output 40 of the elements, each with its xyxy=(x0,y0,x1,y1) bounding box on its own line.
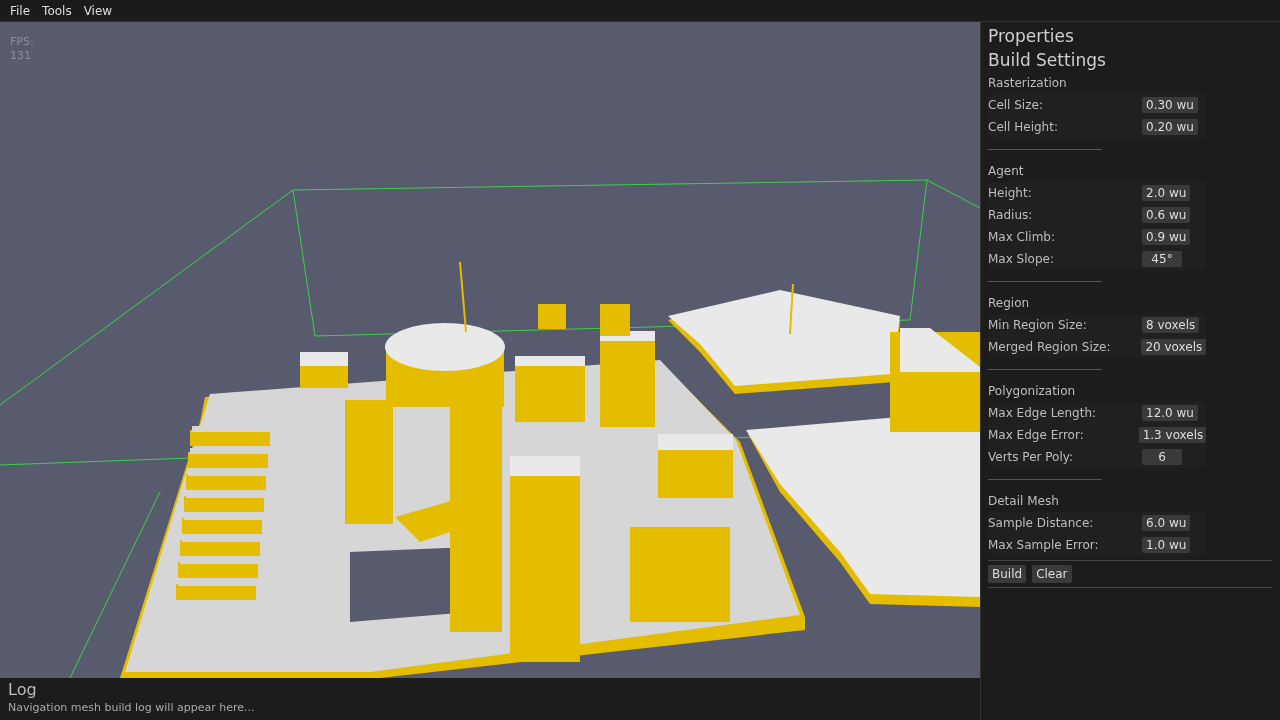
setting-label: Cell Size: xyxy=(988,98,1044,112)
setting-value[interactable]: 6 xyxy=(1142,449,1182,465)
section-title: Polygonization xyxy=(988,383,1077,400)
menu-item[interactable]: File xyxy=(4,3,37,18)
setting-label: Radius: xyxy=(988,208,1034,222)
menu-item[interactable]: Tools xyxy=(36,3,78,18)
setting-value[interactable]: 6.0 wu xyxy=(1142,515,1191,531)
setting-label: Merged Region Size: xyxy=(988,340,1112,354)
setting-label: Max Edge Length: xyxy=(988,406,1098,420)
setting-label: Sample Distance: xyxy=(988,516,1095,530)
setting-value[interactable]: 0.30 wu xyxy=(1142,97,1198,113)
action-button[interactable]: Build xyxy=(988,565,1027,583)
setting-value[interactable]: 0.9 wu xyxy=(1142,229,1191,245)
setting-value[interactable]: 1.0 wu xyxy=(1142,537,1191,553)
setting-label: Max Climb: xyxy=(988,230,1057,244)
setting-label: Max Slope: xyxy=(988,252,1055,266)
setting-value[interactable]: 1.3 voxels xyxy=(1138,427,1206,443)
setting-label: Max Edge Error: xyxy=(988,428,1085,442)
log-title: Log xyxy=(8,680,38,700)
setting-value[interactable]: 0.6 wu xyxy=(1142,207,1191,223)
section-title: Detail Mesh xyxy=(988,493,1060,510)
setting-label: Max Sample Error: xyxy=(988,538,1100,552)
setting-value[interactable]: 0.20 wu xyxy=(1142,119,1198,135)
panel-title: Properties xyxy=(988,25,1075,48)
setting-value[interactable]: 20 voxels xyxy=(1141,339,1206,355)
setting-label: Height: xyxy=(988,186,1033,200)
setting-value[interactable]: 45° xyxy=(1142,251,1182,267)
setting-value[interactable]: 8 voxels xyxy=(1142,317,1200,333)
setting-value[interactable]: 2.0 wu xyxy=(1142,185,1191,201)
panel-subtitle: Build Settings xyxy=(988,49,1107,72)
section-title: Rasterization xyxy=(988,75,1068,92)
section-title: Agent xyxy=(988,163,1025,180)
menu-item[interactable]: View xyxy=(77,3,119,18)
action-button[interactable]: Clear xyxy=(1032,565,1072,583)
setting-label: Min Region Size: xyxy=(988,318,1088,332)
setting-value[interactable]: 12.0 wu xyxy=(1142,405,1198,421)
section-title: Region xyxy=(988,295,1031,312)
setting-label: Cell Height: xyxy=(988,120,1059,134)
setting-label: Verts Per Poly: xyxy=(988,450,1075,464)
log-message: Navigation mesh build log will appear here... xyxy=(8,700,256,716)
